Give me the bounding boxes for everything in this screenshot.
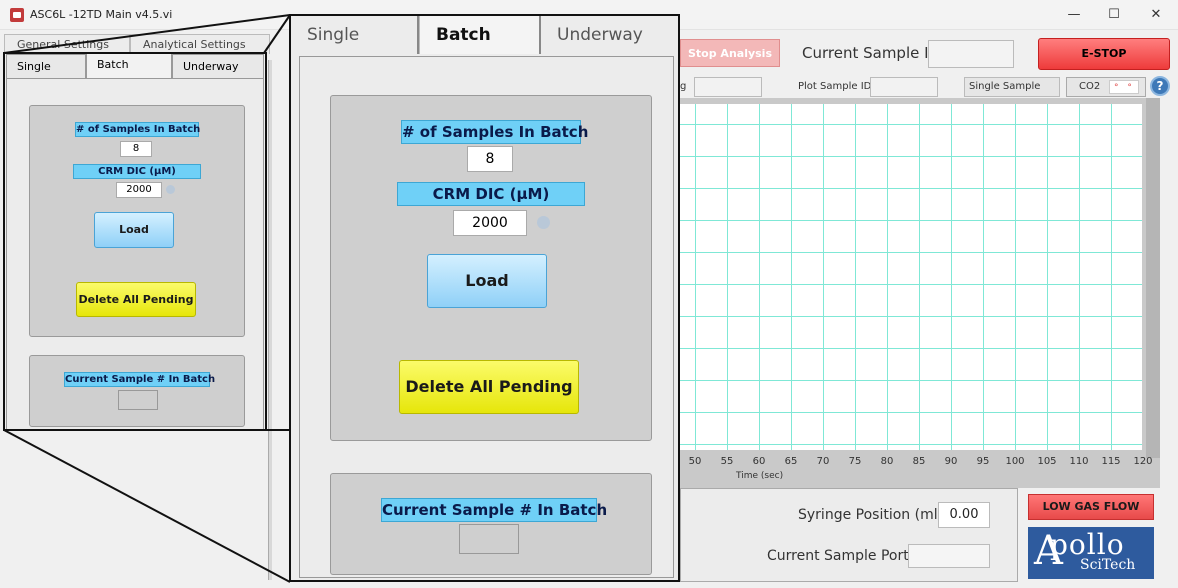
zoom-tab-underway[interactable]: Underway bbox=[541, 16, 679, 54]
x-tick-label: 80 bbox=[880, 456, 894, 467]
x-axis-label: Time (sec) bbox=[736, 471, 784, 481]
batch-settings-box: # of Samples In Batch 8 CRM DIC (µM) 200… bbox=[29, 105, 245, 337]
zoom-crm-dic-label: CRM DIC (µM) bbox=[397, 182, 585, 206]
plot-sample-id-field[interactable] bbox=[870, 77, 938, 97]
x-tick-label: 100 bbox=[1005, 456, 1025, 467]
estop-button[interactable]: E-STOP bbox=[1038, 38, 1170, 70]
x-tick-label: 95 bbox=[976, 456, 990, 467]
logo-sub-text: SciTech bbox=[1080, 557, 1136, 573]
crm-dic-label: CRM DIC (µM) bbox=[73, 164, 201, 179]
tab-underway[interactable]: Underway bbox=[172, 54, 264, 78]
zoom-delete-all-pending-button[interactable]: Delete All Pending bbox=[399, 360, 579, 414]
plot-area[interactable] bbox=[680, 104, 1142, 450]
zoom-load-button[interactable]: Load bbox=[427, 254, 547, 308]
plot-mode-select[interactable]: Single Sample bbox=[964, 77, 1060, 97]
zoom-samples-in-batch-input[interactable]: 8 bbox=[467, 146, 513, 172]
x-tick-label: 55 bbox=[720, 456, 734, 467]
app-icon bbox=[10, 8, 24, 22]
settings-tabs: General Settings Analytical Settings bbox=[4, 34, 270, 54]
grid-hline bbox=[680, 252, 1142, 253]
crm-dic-input[interactable]: 2000 bbox=[116, 182, 162, 198]
grid-hline bbox=[680, 188, 1142, 189]
zoom-crm-dic-input[interactable]: 2000 bbox=[453, 210, 527, 236]
zoom-callout: Single Batch Underway # of Samples In Ba… bbox=[289, 14, 680, 582]
grid-hline bbox=[680, 220, 1142, 221]
x-tick-label: 90 bbox=[944, 456, 958, 467]
x-tick-label: 65 bbox=[784, 456, 798, 467]
current-sample-port-value bbox=[908, 544, 990, 568]
tab-batch[interactable]: Batch bbox=[86, 52, 172, 78]
zoom-samples-in-batch-label: # of Samples In Batch bbox=[401, 120, 588, 144]
syringe-position-value: 0.00 bbox=[938, 502, 990, 528]
grid-hline bbox=[680, 284, 1142, 285]
x-tick-label: 105 bbox=[1037, 456, 1057, 467]
x-tick-label: 50 bbox=[688, 456, 702, 467]
x-tick-label: 85 bbox=[912, 456, 926, 467]
grid-hline bbox=[680, 316, 1142, 317]
maximize-button[interactable]: ☐ bbox=[1098, 4, 1130, 26]
samples-in-batch-input[interactable]: 8 bbox=[120, 141, 152, 157]
app-window: ASC6L -12TD Main v4.5.vi — ☐ ✕ General S… bbox=[0, 0, 1178, 588]
plot-sample-id-label: Plot Sample ID bbox=[798, 81, 872, 92]
x-tick-label: 60 bbox=[752, 456, 766, 467]
grid-hline bbox=[680, 412, 1142, 413]
grid-hline bbox=[680, 444, 1142, 445]
window-title: ASC6L -12TD Main v4.5.vi bbox=[30, 8, 173, 21]
syringe-position-label: Syringe Position (ml) bbox=[798, 507, 944, 523]
tab-single[interactable]: Single bbox=[6, 54, 86, 78]
current-sample-box: Current Sample # In Batch bbox=[29, 355, 245, 427]
close-button[interactable]: ✕ bbox=[1140, 4, 1172, 26]
zoom-batch-settings-box: # of Samples In Batch 8 CRM DIC (µM) 200… bbox=[330, 95, 652, 441]
current-sample-id-field[interactable] bbox=[928, 40, 1014, 68]
x-tick-label: 75 bbox=[848, 456, 862, 467]
zoom-current-sample-in-batch-value bbox=[459, 524, 519, 554]
legend-co2[interactable]: CO2 bbox=[1066, 77, 1146, 97]
tab-analytical-settings[interactable]: Analytical Settings bbox=[130, 34, 270, 54]
tab-general-settings[interactable]: General Settings bbox=[4, 34, 130, 54]
x-tick-label: 115 bbox=[1101, 456, 1121, 467]
zoom-current-sample-box: Current Sample # In Batch bbox=[330, 473, 652, 575]
grid-hline bbox=[680, 124, 1142, 125]
legend-co2-label: CO2 bbox=[1079, 81, 1101, 92]
panel-splitter[interactable] bbox=[268, 60, 272, 580]
samples-in-batch-label: # of Samples In Batch bbox=[75, 122, 201, 137]
zoom-current-sample-in-batch-label: Current Sample # In Batch bbox=[381, 498, 607, 522]
current-sample-in-batch-value bbox=[118, 390, 158, 410]
current-sample-id-label: Current Sample ID bbox=[802, 44, 941, 62]
stop-analysis-button[interactable]: Stop Analysis bbox=[680, 39, 780, 67]
zoom-tab-single[interactable]: Single bbox=[291, 16, 419, 54]
x-tick-label: 70 bbox=[816, 456, 830, 467]
grid-hline bbox=[680, 348, 1142, 349]
x-tick-label: 120 bbox=[1133, 456, 1153, 467]
current-sample-in-batch-label: Current Sample # In Batch bbox=[64, 372, 216, 387]
grid-hline bbox=[680, 380, 1142, 381]
minimize-button[interactable]: — bbox=[1058, 4, 1090, 26]
zoom-batch-panel: # of Samples In Batch 8 CRM DIC (µM) 200… bbox=[299, 56, 674, 578]
batch-panel-small: # of Samples In Batch 8 CRM DIC (µM) 200… bbox=[6, 78, 264, 430]
low-gas-flow-indicator: LOW GAS FLOW bbox=[1028, 494, 1154, 520]
x-tick-label: 110 bbox=[1069, 456, 1089, 467]
crm-dic-spinner-icon[interactable] bbox=[166, 185, 175, 194]
apollo-scitech-logo: A pollo SciTech bbox=[1028, 527, 1154, 579]
delete-all-pending-button[interactable]: Delete All Pending bbox=[76, 282, 196, 317]
legend-co2-swatch-icon bbox=[1109, 79, 1139, 97]
plot-left-label: g bbox=[680, 81, 687, 92]
help-icon[interactable]: ? bbox=[1150, 76, 1170, 96]
zoom-tab-batch[interactable]: Batch bbox=[419, 16, 541, 54]
plot-scrollbar[interactable] bbox=[1146, 98, 1160, 458]
mode-tabs: Single Batch Underway bbox=[6, 52, 264, 78]
grid-hline bbox=[680, 156, 1142, 157]
current-sample-port-label: Current Sample Port bbox=[767, 548, 909, 564]
x-axis-ticks: 50 55 60 65 70 75 80 85 90 95 100 105 110 115 120 bbox=[680, 456, 1153, 470]
plot-left-field[interactable] bbox=[694, 77, 762, 97]
zoom-crm-dic-spinner-icon[interactable] bbox=[537, 216, 550, 229]
load-button[interactable]: Load bbox=[94, 212, 174, 248]
